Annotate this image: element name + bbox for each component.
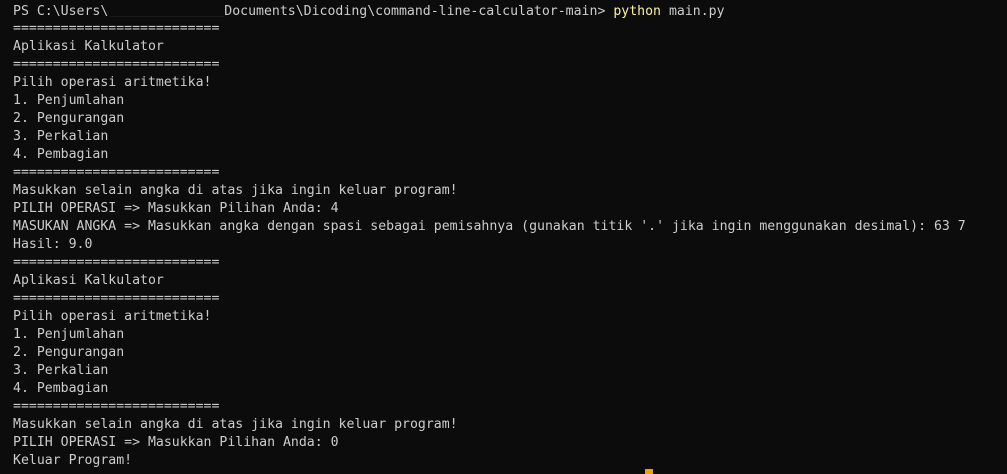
menu-item: 4. Pembagian [13, 147, 109, 162]
command-program: python [613, 4, 661, 19]
separator-line: ========================== [13, 291, 220, 306]
operation-input: PILIH OPERASI => Masukkan Pilihan Anda: … [13, 201, 339, 216]
app-title: Aplikasi Kalkulator [13, 273, 164, 288]
menu-item: 4. Pembagian [13, 381, 109, 396]
prompt-line: PS C:\Users\ Documents\Dicoding\command-l… [13, 2, 725, 20]
menu-heading: Pilih operasi aritmetika! [13, 309, 212, 324]
separator-line: ========================== [13, 57, 220, 72]
prompt-path: Documents\Dicoding\command-line-calculat… [224, 4, 606, 19]
menu-item: 2. Pengurangan [13, 111, 125, 126]
prompt-prefix: PS C:\Users\ [13, 4, 109, 19]
separator-line: ========================== [13, 165, 220, 180]
exit-hint: Masukkan selain angka di atas jika ingin… [13, 183, 458, 198]
operation-input: PILIH OPERASI => Masukkan Pilihan Anda: … [13, 435, 339, 450]
separator-line: ========================== [13, 399, 220, 414]
menu-heading: Pilih operasi aritmetika! [13, 75, 212, 90]
menu-item: 1. Penjumlahan [13, 93, 125, 108]
terminal-window[interactable]: PS C:\Users\ Documents\Dicoding\command-l… [0, 0, 1007, 474]
menu-item: 3. Perkalian [13, 129, 109, 144]
separator-line: ========================== [13, 21, 220, 36]
result-output: Hasil: 9.0 [13, 237, 93, 252]
exit-hint: Masukkan selain angka di atas jika ingin… [13, 417, 458, 432]
menu-item: 3. Perkalian [13, 363, 109, 378]
app-title: Aplikasi Kalkulator [13, 39, 164, 54]
redacted-username [110, 2, 225, 17]
menu-item: 1. Penjumlahan [13, 327, 125, 342]
command-argument: main.py [668, 4, 725, 19]
number-input: MASUKAN ANGKA => Masukkan angka dengan s… [13, 219, 966, 234]
separator-line: ========================== [13, 255, 220, 270]
exit-message: Keluar Program! [13, 453, 133, 468]
text-cursor [645, 469, 653, 474]
menu-item: 2. Pengurangan [13, 345, 125, 360]
